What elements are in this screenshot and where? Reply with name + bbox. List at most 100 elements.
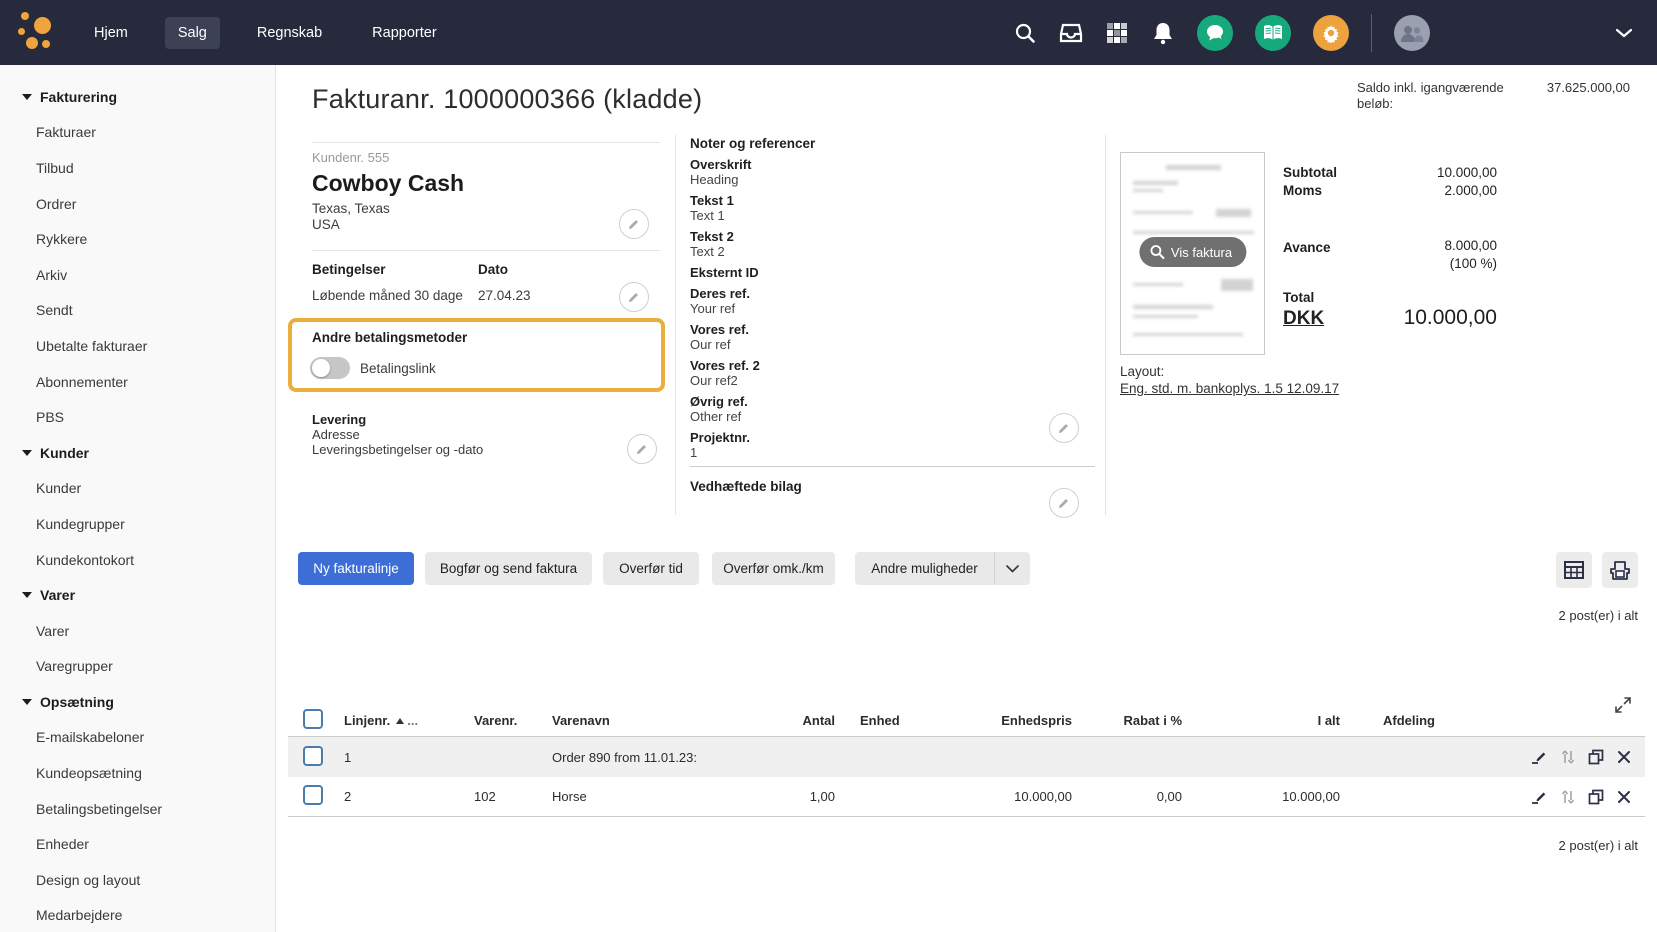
edit-customer-button[interactable] — [619, 209, 649, 239]
table-row[interactable]: 1 Order 890 from 11.01.23: — [288, 737, 1645, 777]
sidebar-item-kunder[interactable]: Kunder — [0, 471, 275, 507]
edit-terms-button[interactable] — [619, 282, 649, 312]
sidebar-item-design-og-layout[interactable]: Design og layout — [0, 862, 275, 898]
sidebar-item-varer[interactable]: Varer — [0, 613, 275, 649]
cell-enhedspris: 10.000,00 — [960, 789, 1072, 804]
settings-gear-icon[interactable] — [1313, 15, 1349, 51]
field-value: Our ref — [690, 338, 1110, 352]
dato-value: 27.04.23 — [478, 288, 531, 303]
sidebar-section-opsaetning[interactable]: Opsætning — [0, 684, 275, 720]
search-icon[interactable] — [1013, 21, 1037, 45]
row-checkbox[interactable] — [303, 746, 323, 766]
layout-link[interactable]: Eng. std. m. bankoplys. 1.5 12.09.17 — [1120, 381, 1339, 396]
column-menu-dots[interactable]: ... — [407, 713, 418, 728]
cell-linjenr: 2 — [344, 789, 474, 804]
nav-item-salg[interactable]: Salg — [165, 17, 220, 49]
print-button[interactable] — [1602, 552, 1638, 588]
field-label: Vores ref. 2 — [690, 359, 1110, 373]
betalingslink-toggle-label: Betalingslink — [360, 361, 436, 376]
edit-row-button[interactable] — [1531, 749, 1548, 765]
sidebar-item-emailskabeloner[interactable]: E-mailskabeloner — [0, 720, 275, 756]
note-field-tekst1: Tekst 1 Text 1 — [690, 194, 1110, 223]
nav-item-rapporter[interactable]: Rapporter — [359, 17, 449, 49]
customer-name: Cowboy Cash — [312, 170, 464, 197]
sidebar-item-kundegrupper[interactable]: Kundegrupper — [0, 506, 275, 542]
sidebar-item-medarbejdere[interactable]: Medarbejdere — [0, 898, 275, 932]
edit-delivery-button[interactable] — [627, 434, 657, 464]
table-columns-button[interactable] — [1556, 552, 1592, 588]
sidebar-section-label: Kunder — [40, 445, 89, 461]
field-value: 1 — [690, 446, 1095, 467]
sidebar-section-varer[interactable]: Varer — [0, 577, 275, 613]
sidebar-section-label: Varer — [40, 587, 75, 603]
duplicate-row-button[interactable] — [1588, 789, 1604, 805]
field-label: Tekst 2 — [690, 230, 1110, 244]
sidebar-section-fakturering[interactable]: Fakturering — [0, 79, 275, 115]
app-logo-icon[interactable] — [18, 8, 62, 56]
note-field-eksternt-id: Eksternt ID — [690, 266, 1110, 280]
sidebar-item-sendt[interactable]: Sendt — [0, 293, 275, 329]
help-book-icon[interactable] — [1255, 15, 1291, 51]
nav-item-regnskab[interactable]: Regnskab — [244, 17, 335, 49]
notifications-bell-icon[interactable] — [1151, 21, 1175, 45]
field-label: Overskrift — [690, 158, 1110, 172]
sidebar-item-betalingsbetingelser[interactable]: Betalingsbetingelser — [0, 791, 275, 827]
new-invoice-line-button[interactable]: Ny fakturalinje — [298, 552, 414, 585]
toggle-knob — [312, 359, 330, 377]
notes-and-references: Noter og referencer Overskrift Heading T… — [690, 136, 1110, 494]
column-header-ialt[interactable]: I alt — [1182, 713, 1340, 728]
edit-attachments-button[interactable] — [1049, 488, 1079, 518]
sidebar-item-rykkere[interactable]: Rykkere — [0, 221, 275, 257]
betalingslink-toggle[interactable] — [310, 357, 350, 379]
column-header-varenr[interactable]: Varenr. — [474, 713, 552, 728]
sidebar-section-kunder[interactable]: Kunder — [0, 435, 275, 471]
table-row[interactable]: 2 102 Horse 1,00 10.000,00 0,00 10.000,0… — [288, 777, 1645, 817]
caret-down-icon — [22, 450, 32, 456]
vis-faktura-button[interactable]: Vis faktura — [1139, 237, 1246, 267]
delete-row-button[interactable] — [1617, 790, 1631, 804]
column-header-varenavn[interactable]: Varenavn — [552, 713, 700, 728]
invoice-preview-thumbnail[interactable]: Vis faktura — [1120, 152, 1265, 355]
row-checkbox[interactable] — [303, 785, 323, 805]
column-header-afdeling[interactable]: Afdeling — [1340, 713, 1470, 728]
delete-row-button[interactable] — [1617, 750, 1631, 764]
nav-item-hjem[interactable]: Hjem — [81, 17, 141, 49]
chevron-down-icon[interactable] — [1612, 21, 1636, 45]
edit-notes-button[interactable] — [1049, 413, 1079, 443]
chat-support-icon[interactable] — [1197, 15, 1233, 51]
sidebar-item-kundeopsaetning[interactable]: Kundeopsætning — [0, 755, 275, 791]
sidebar-item-arkiv[interactable]: Arkiv — [0, 257, 275, 293]
magnifier-icon — [1149, 244, 1165, 260]
sidebar-item-varegrupper[interactable]: Varegrupper — [0, 649, 275, 685]
post-and-send-button[interactable]: Bogfør og send faktura — [425, 552, 592, 585]
field-value: Other ref — [690, 410, 1110, 424]
duplicate-row-button[interactable] — [1588, 749, 1604, 765]
column-header-rabat[interactable]: Rabat i % — [1072, 713, 1182, 728]
note-field-overskrift: Overskrift Heading — [690, 158, 1110, 187]
apps-grid-icon[interactable] — [1105, 21, 1129, 45]
column-header-antal[interactable]: Antal — [700, 713, 835, 728]
column-header-linjenr[interactable]: Linjenr.... — [344, 713, 474, 728]
move-row-button[interactable] — [1561, 749, 1575, 765]
sidebar-item-abonnementer[interactable]: Abonnementer — [0, 364, 275, 400]
more-options-dropdown-button[interactable] — [994, 552, 1030, 585]
column-header-enhedspris[interactable]: Enhedspris — [960, 713, 1072, 728]
sidebar-item-pbs[interactable]: PBS — [0, 399, 275, 435]
column-header-enhed[interactable]: Enhed — [835, 713, 960, 728]
transfer-time-button[interactable]: Overfør tid — [603, 552, 699, 585]
sidebar-item-fakturaer[interactable]: Fakturaer — [0, 115, 275, 151]
sidebar-section-label: Fakturering — [40, 89, 117, 105]
user-avatar[interactable] — [1394, 15, 1430, 51]
more-options-button[interactable]: Andre muligheder — [855, 552, 994, 585]
transfer-cost-button[interactable]: Overfør omk./km — [712, 552, 835, 585]
select-all-checkbox[interactable] — [303, 709, 323, 729]
edit-row-button[interactable] — [1531, 789, 1548, 805]
sidebar-item-ordrer[interactable]: Ordrer — [0, 186, 275, 222]
currency-link[interactable]: DKK — [1283, 308, 1324, 330]
inbox-icon[interactable] — [1059, 21, 1083, 45]
sidebar-item-enheder[interactable]: Enheder — [0, 826, 275, 862]
sidebar-item-ubetalte-fakturaer[interactable]: Ubetalte fakturaer — [0, 328, 275, 364]
sidebar-item-kundekontokort[interactable]: Kundekontokort — [0, 542, 275, 578]
move-row-button[interactable] — [1561, 789, 1575, 805]
sidebar-item-tilbud[interactable]: Tilbud — [0, 150, 275, 186]
